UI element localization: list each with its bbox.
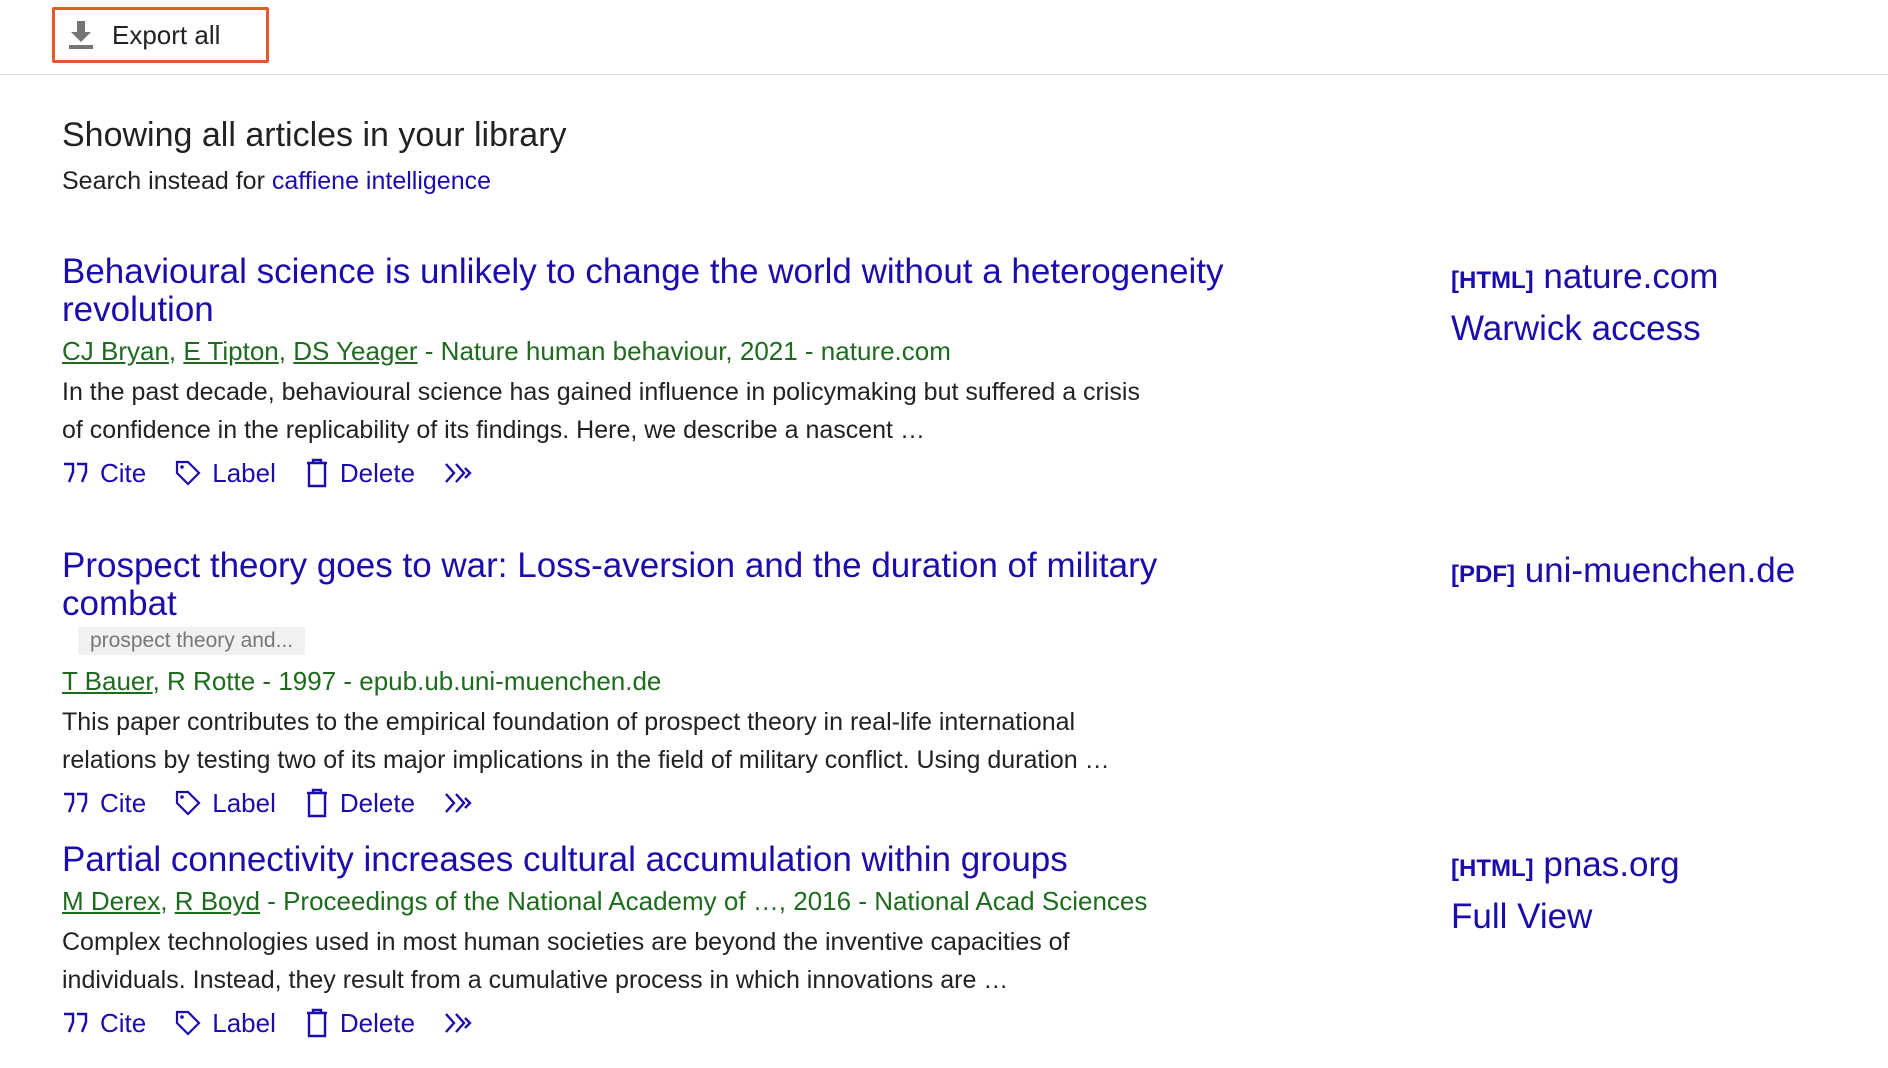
result-item: Partial connectivity increases cultural … (62, 841, 1262, 1043)
result-actions: Cite Label Delete (62, 453, 1262, 493)
delete-label: Delete (339, 787, 416, 818)
search-instead: Search instead for caffiene intelligence (62, 167, 491, 196)
result-side-links: [HTML] pnas.org Full View (1451, 841, 1680, 941)
delete-button[interactable]: Delete (304, 1008, 415, 1039)
delete-button[interactable]: Delete (304, 788, 415, 819)
result-meta: T Bauer, R Rotte - 1997 - epub.ub.uni-mu… (62, 666, 662, 696)
trash-icon (306, 458, 327, 488)
result-source: Proceedings of the National Academy of …… (283, 886, 1148, 916)
cite-button[interactable]: Cite (62, 458, 146, 489)
download-icon (67, 19, 95, 51)
result-meta: M Derex, R Boyd - Proceedings of the Nat… (62, 886, 1148, 916)
more-button[interactable] (443, 462, 483, 484)
result-source: Nature human behaviour, 2021 - nature.co… (440, 336, 951, 366)
author-link[interactable]: R Boyd (175, 886, 260, 916)
label-label: Label (212, 787, 276, 818)
author-link[interactable]: CJ Bryan (62, 336, 169, 366)
result-title[interactable]: Prospect theory goes to war: Loss-aversi… (62, 547, 1262, 623)
fulltext-link[interactable]: [PDF] uni-muenchen.de (1451, 547, 1795, 599)
author-text: R Rotte (167, 666, 256, 696)
label-tag[interactable]: prospect theory and... (78, 627, 306, 655)
label-button[interactable]: Label (174, 1008, 276, 1039)
label-label: Label (212, 457, 276, 488)
cite-button[interactable]: Cite (62, 1008, 146, 1039)
format-badge: [HTML] (1451, 267, 1534, 294)
result-side-links: [HTML] nature.com Warwick access (1451, 253, 1718, 353)
result-actions: Cite Label Delete (62, 783, 1262, 823)
trash-icon (306, 788, 327, 818)
search-instead-link[interactable]: caffiene intelligence (272, 167, 491, 195)
toolbar: Export all (0, 0, 1888, 75)
format-badge: [HTML] (1451, 855, 1534, 882)
export-all-button[interactable]: Export all (52, 7, 269, 63)
search-instead-prefix: Search instead for (62, 167, 265, 195)
author-link[interactable]: T Bauer (62, 666, 153, 696)
cite-label: Cite (100, 1007, 147, 1038)
author-link[interactable]: DS Yeager (293, 336, 417, 366)
quote-icon (64, 462, 88, 483)
page-title: Showing all articles in your library (62, 116, 567, 154)
result-item: Prospect theory goes to war: Loss-aversi… (62, 547, 1262, 823)
result-snippet: This paper contributes to the empirical … (62, 708, 1110, 774)
double-chevron-icon (445, 463, 472, 483)
export-all-label: Export all (112, 19, 221, 50)
label-button[interactable]: Label (174, 788, 276, 819)
result-snippet: In the past decade, behavioural science … (62, 378, 1140, 444)
label-button[interactable]: Label (174, 458, 276, 489)
result-item: Behavioural science is unlikely to chang… (62, 253, 1262, 493)
result-side-links: [PDF] uni-muenchen.de (1451, 547, 1795, 599)
more-button[interactable] (443, 792, 483, 814)
delete-button[interactable]: Delete (304, 458, 415, 489)
double-chevron-icon (445, 1013, 472, 1033)
result-snippet: Complex technologies used in most human … (62, 928, 1070, 994)
delete-label: Delete (339, 457, 416, 488)
cite-button[interactable]: Cite (62, 788, 146, 819)
format-badge: [PDF] (1451, 561, 1515, 588)
fulltext-domain: nature.com (1543, 257, 1719, 296)
quote-icon (64, 792, 88, 813)
tag-icon (176, 460, 201, 486)
tag-icon (176, 790, 201, 816)
more-button[interactable] (443, 1012, 483, 1034)
delete-label: Delete (339, 1007, 416, 1038)
author-link[interactable]: M Derex (62, 886, 160, 916)
fulltext-link[interactable]: [HTML] nature.com (1451, 253, 1718, 305)
label-label: Label (212, 1007, 276, 1038)
double-chevron-icon (445, 793, 472, 813)
cite-label: Cite (100, 787, 147, 818)
result-title[interactable]: Partial connectivity increases cultural … (62, 841, 1262, 879)
access-link[interactable]: Full View (1451, 893, 1680, 941)
fulltext-domain: uni-muenchen.de (1524, 551, 1796, 590)
result-actions: Cite Label Delete (62, 1003, 1262, 1043)
trash-icon (306, 1008, 327, 1038)
result-source: 1997 - epub.ub.uni-muenchen.de (278, 666, 662, 696)
fulltext-domain: pnas.org (1543, 845, 1680, 884)
access-link[interactable]: Warwick access (1451, 305, 1718, 353)
fulltext-link[interactable]: [HTML] pnas.org (1451, 841, 1680, 893)
result-meta: CJ Bryan, E Tipton, DS Yeager - Nature h… (62, 336, 951, 366)
quote-icon (64, 1012, 88, 1033)
tag-icon (176, 1010, 201, 1036)
result-title[interactable]: Behavioural science is unlikely to chang… (62, 253, 1262, 329)
author-link[interactable]: E Tipton (183, 336, 278, 366)
cite-label: Cite (100, 457, 147, 488)
